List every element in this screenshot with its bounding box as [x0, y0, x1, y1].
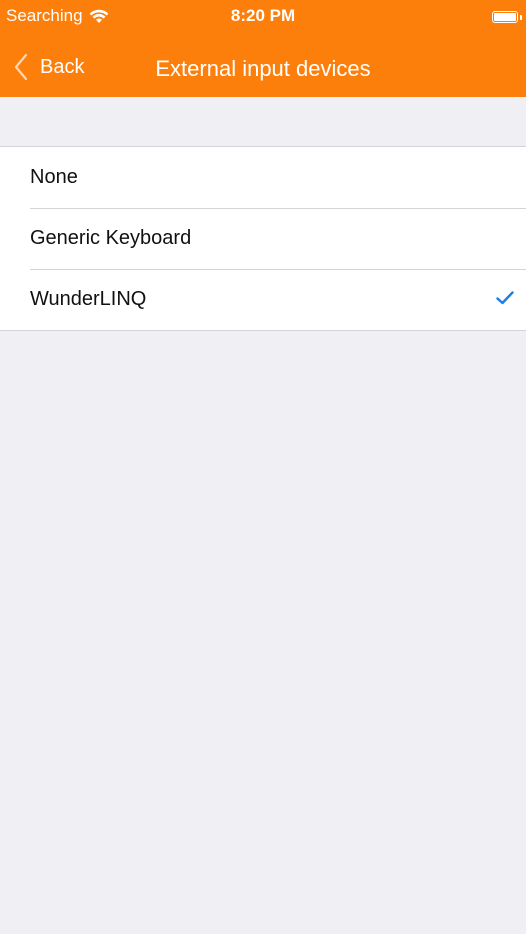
input-device-list: None Generic Keyboard WunderLINQ — [0, 146, 526, 331]
section-header-spacer — [0, 97, 526, 146]
list-item-label: None — [30, 166, 78, 188]
list-item-label: Generic Keyboard — [30, 227, 192, 249]
list-item-generic-keyboard[interactable]: Generic Keyboard — [0, 208, 526, 269]
status-bar: Searching 8:20 PM — [0, 0, 526, 40]
status-time: 8:20 PM — [230, 6, 296, 25]
list-item-label: WunderLINQ — [30, 288, 147, 310]
battery-icon — [492, 11, 522, 23]
checkmark-icon — [496, 291, 514, 305]
top-bar: Searching 8:20 PM Back External input de… — [0, 0, 526, 97]
list-item-none[interactable]: None — [0, 147, 526, 208]
list-item-wunderlinq[interactable]: WunderLINQ — [0, 269, 526, 330]
navigation-bar: Back External input devices — [0, 40, 526, 97]
page-title: External input devices — [155, 56, 371, 81]
